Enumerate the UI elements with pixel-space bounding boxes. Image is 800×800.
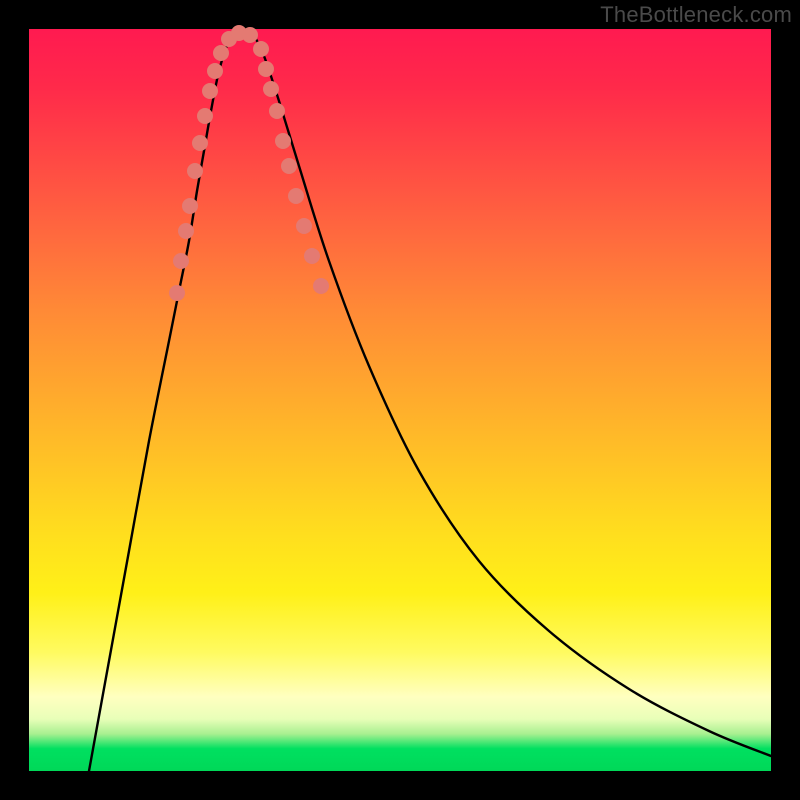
data-point bbox=[182, 198, 198, 214]
data-point bbox=[202, 83, 218, 99]
data-point bbox=[213, 45, 229, 61]
data-point bbox=[304, 248, 320, 264]
data-point bbox=[187, 163, 203, 179]
chart-frame: TheBottleneck.com bbox=[0, 0, 800, 800]
data-point bbox=[263, 81, 279, 97]
data-point bbox=[313, 278, 329, 294]
data-point bbox=[296, 218, 312, 234]
watermark-text: TheBottleneck.com bbox=[600, 2, 792, 28]
data-point bbox=[288, 188, 304, 204]
data-point bbox=[207, 63, 223, 79]
data-point bbox=[275, 133, 291, 149]
data-point bbox=[258, 61, 274, 77]
data-point bbox=[281, 158, 297, 174]
data-point bbox=[197, 108, 213, 124]
data-point bbox=[253, 41, 269, 57]
bottleneck-curve bbox=[89, 30, 771, 771]
data-point-layer bbox=[169, 25, 329, 301]
chart-svg bbox=[29, 29, 771, 771]
data-point bbox=[242, 27, 258, 43]
data-point bbox=[192, 135, 208, 151]
curve-layer bbox=[89, 30, 771, 771]
data-point bbox=[178, 223, 194, 239]
data-point bbox=[169, 285, 185, 301]
data-point bbox=[173, 253, 189, 269]
data-point bbox=[269, 103, 285, 119]
